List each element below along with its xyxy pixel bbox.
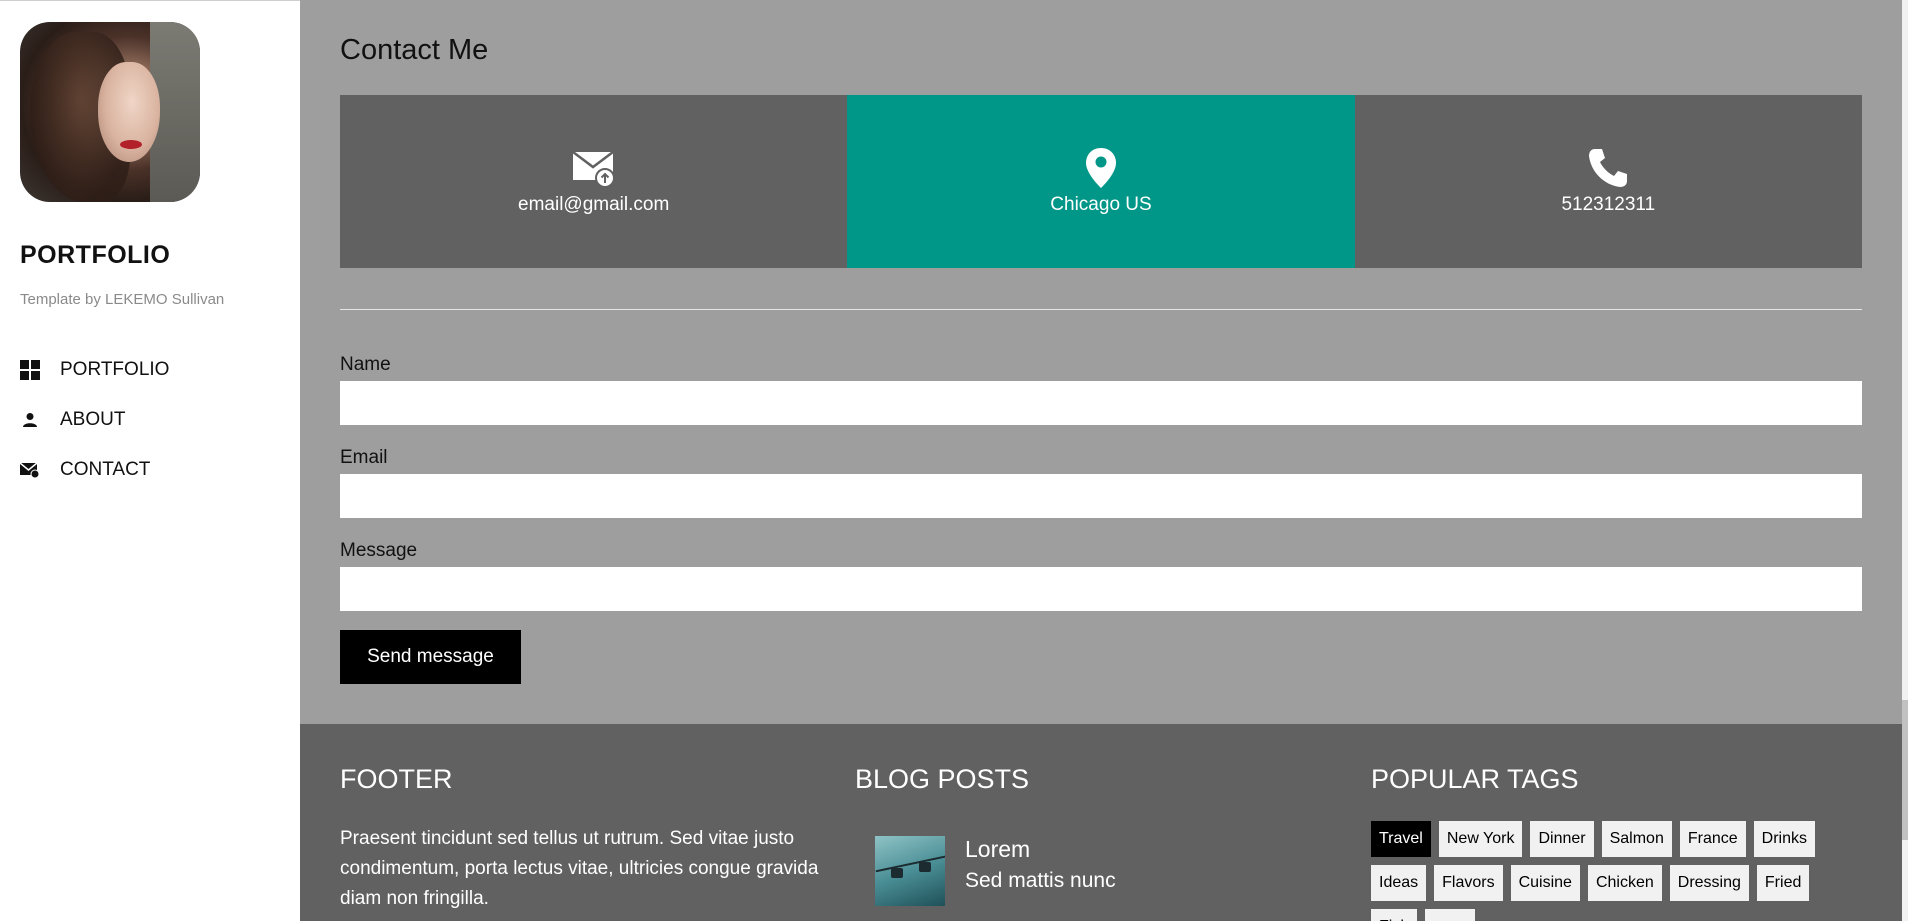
tag-flavors[interactable]: Flavors (1434, 865, 1503, 901)
envelope-icon (20, 460, 40, 480)
user-icon (20, 410, 40, 430)
blog-post[interactable]: Lorem Sed mattis nunc (875, 836, 1116, 906)
sidebar-item-portfolio[interactable]: PORTFOLIO (20, 345, 280, 395)
contact-cards: email@gmail.com Chicago US 512312311 (340, 95, 1862, 268)
page-title: Contact Me (340, 34, 489, 66)
location-card: Chicago US (847, 95, 1355, 268)
tag-dressing[interactable]: Dressing (1669, 865, 1749, 901)
send-message-button[interactable]: Send message (340, 630, 521, 684)
tag-dinner[interactable]: Dinner (1530, 821, 1594, 857)
tag-drinks[interactable]: Drinks (1753, 821, 1815, 857)
tag-new-york[interactable]: New York (1438, 821, 1523, 857)
sidebar-item-contact[interactable]: CONTACT (20, 445, 280, 495)
sidebar-item-label: ABOUT (60, 409, 126, 430)
tag-salmon[interactable]: Salmon (1601, 821, 1672, 857)
sidebar-item-label: CONTACT (60, 459, 151, 480)
brand-subtitle: Template by LEKEMO Sullivan (20, 291, 225, 308)
map-pin-icon (1085, 147, 1117, 188)
footer-text: Praesent tincidunt sed tellus ut rutrum.… (340, 828, 819, 909)
phone-card: 512312311 (1354, 95, 1862, 268)
avatar (20, 22, 200, 202)
tag-cuisine[interactable]: Cuisine (1510, 865, 1580, 901)
name-label: Name (340, 354, 391, 375)
brand-title: PORTFOLIO (20, 241, 171, 269)
divider (340, 309, 1862, 310)
email-card: email@gmail.com (340, 95, 848, 268)
footer-title: FOOTER (340, 764, 453, 794)
tag-ideas[interactable]: Ideas (1371, 865, 1427, 901)
tag-fried[interactable]: Fried (1756, 865, 1810, 901)
scrollbar-thumb[interactable] (1902, 700, 1908, 840)
email-label: Email (340, 447, 388, 468)
envelope-upload-icon (571, 148, 616, 188)
email-field[interactable] (340, 474, 1862, 518)
tag-france[interactable]: France (1679, 821, 1746, 857)
footer: FOOTER Praesent tincidunt sed tellus ut … (300, 724, 1908, 921)
email-text: email@gmail.com (518, 193, 670, 215)
sidebar-nav: PORTFOLIO ABOUT CONTACT (20, 345, 280, 495)
sidebar: PORTFOLIO Template by LEKEMO Sullivan PO… (0, 0, 300, 921)
tag-travel[interactable]: Travel (1371, 821, 1431, 857)
tag-cut-off[interactable] (1425, 909, 1476, 921)
post-thumbnail (875, 836, 945, 906)
phone-text: 512312311 (1561, 193, 1656, 215)
post-title: Lorem (965, 836, 1031, 862)
tag-chicken[interactable]: Chicken (1587, 865, 1662, 901)
contact-section: Contact Me email@gmail.com Chicago US 51… (300, 0, 1908, 724)
tag-fish[interactable]: Fish (1371, 909, 1418, 921)
location-text: Chicago US (1050, 193, 1152, 215)
sidebar-item-label: PORTFOLIO (60, 359, 170, 380)
message-label: Message (340, 540, 418, 561)
popular-tags-title: POPULAR TAGS (1371, 764, 1579, 794)
grid-icon (20, 360, 40, 380)
scrollbar[interactable] (1902, 0, 1908, 921)
message-field[interactable] (340, 567, 1862, 611)
sidebar-item-about[interactable]: ABOUT (20, 395, 280, 445)
name-field[interactable] (340, 381, 1862, 425)
post-subtitle: Sed mattis nunc (965, 869, 1116, 892)
phone-icon (1587, 148, 1629, 188)
blog-posts-title: BLOG POSTS (855, 764, 1030, 794)
tag-list: Travel New York Dinner Salmon France Dri… (1371, 821, 1861, 921)
